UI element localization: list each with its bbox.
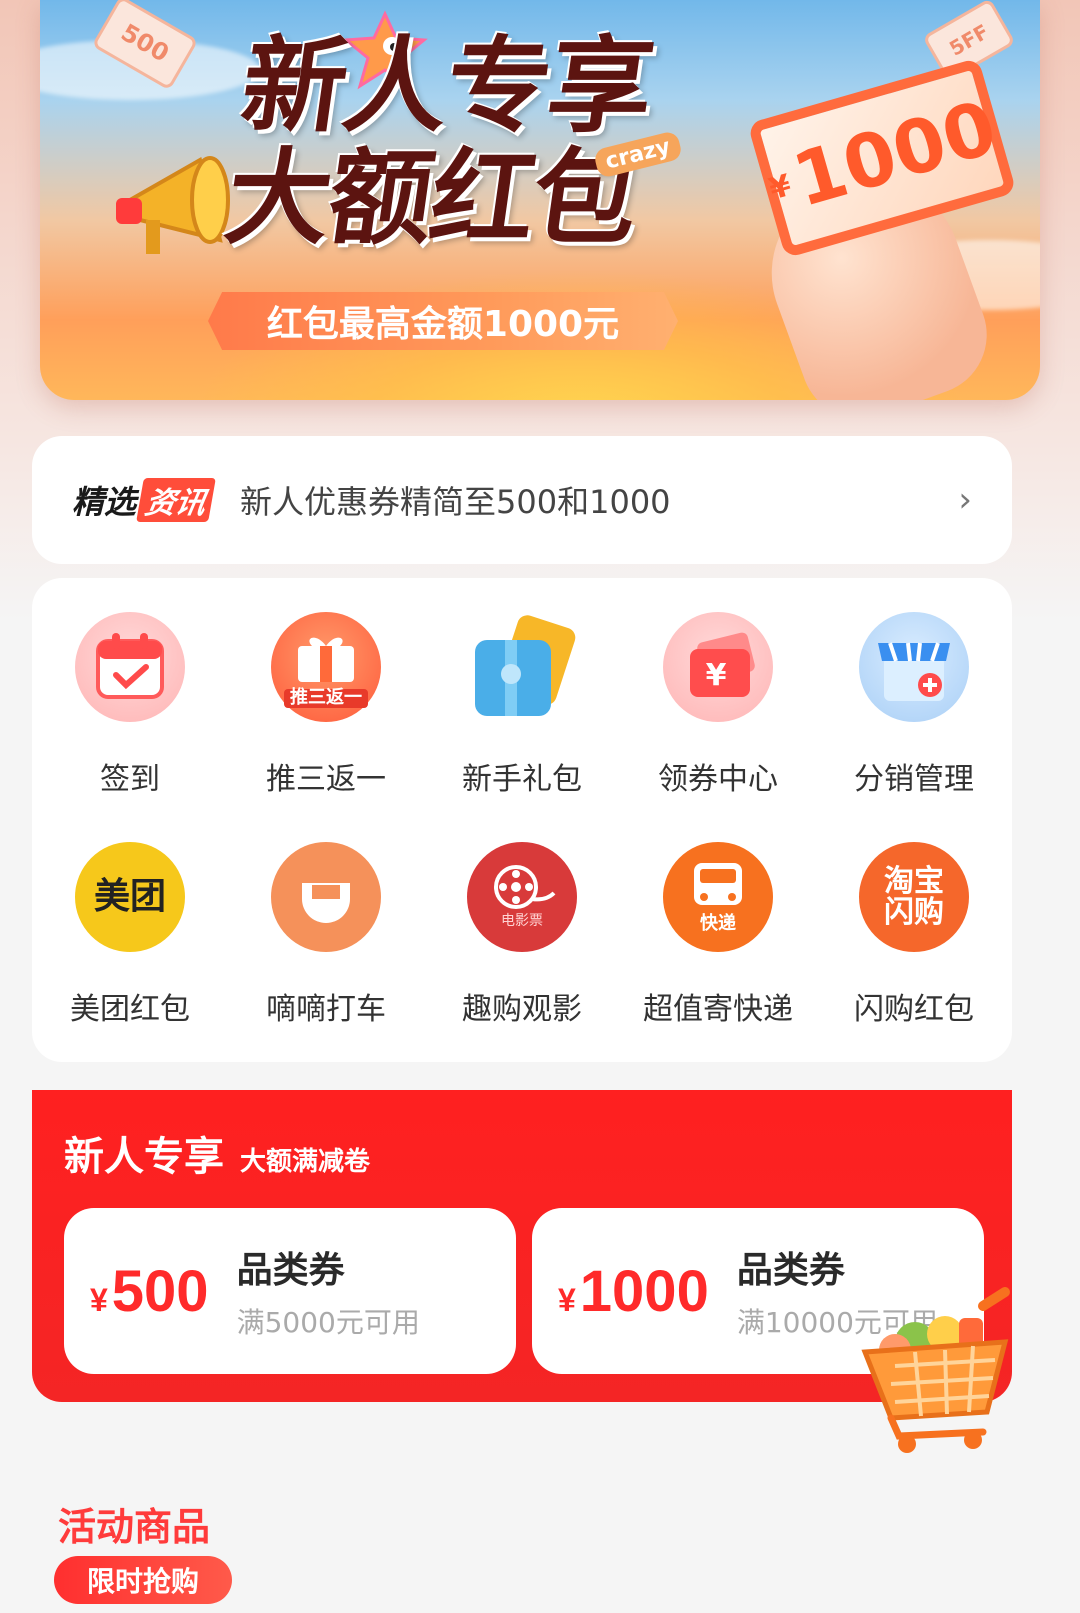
taobao-glyph: 淘宝 闪购 [884,863,944,930]
coupon-type: 品类券 [236,1250,345,1291]
news-brand-primary: 精选 [72,483,137,521]
coupon-info: 品类券 满5000元可用 [237,1241,420,1341]
grid-item-label: 趣购观影 [462,992,582,1027]
grid-item-label: 美团红包 [70,992,190,1027]
news-brand: 精选 资讯 [72,477,216,523]
coupon-yen-icon: ¥ [663,612,773,722]
film-reel-icon: 电影票 [467,842,577,952]
grid-item-label: 分销管理 [854,762,974,797]
banner-subline: 红包最高金额1000元 [208,292,678,350]
yen-glyph: ¥ [706,658,727,693]
news-brand-tag: 资讯 [136,478,216,522]
coupon-section-subheading: 大额满减卷 [240,1147,371,1177]
grid-item-label: 新手礼包 [462,762,582,797]
grid-item-distribution[interactable]: 分销管理 [816,612,1012,842]
grid-item-label: 推三返一 [266,762,386,797]
coupon-condition: 满5000元可用 [236,1306,420,1339]
coupon-section-title: 新人专享 大额满减卷 [64,1124,370,1182]
coupon-section-heading: 新人专享 [64,1134,224,1180]
grid-item-meituan[interactable]: 美团 美团红包 [32,842,228,1072]
function-grid: 签到 推三返一 推三返一 新手礼包 ¥ 领券中心 分销管理 美团 美团红包 嘀嘀… [32,578,1012,1062]
grid-item-label: 嘀嘀打车 [266,992,386,1027]
grid-item-coupon-center[interactable]: ¥ 领券中心 [620,612,816,842]
headline-line-1: 新人专享 [234,25,660,147]
news-bar[interactable]: 精选 资讯 新人优惠券精简至500和1000 › [32,436,1012,564]
grid-item-label: 超值寄快递 [643,992,793,1027]
taobao-flash-icon: 淘宝 闪购 [859,842,969,952]
grid-item-label: 领券中心 [658,762,778,797]
gift-box-icon: 推三返一 [271,612,381,722]
grid-item-label: 签到 [100,762,160,797]
banner-headline: 新人专享 大额红包 [218,25,790,259]
coupon-amount: ¥1000 [558,1258,709,1324]
promo-banner[interactable]: 500 5FF 新人专享 大额红包 crazy ¥1000 红包最高金额1000… [40,0,1040,400]
grid-item-refer-three[interactable]: 推三返一 推三返一 [228,612,424,842]
headline-line-2: 大额红包 [218,137,644,259]
didi-icon [271,842,381,952]
delivery-truck-icon: 快递 [663,842,773,952]
news-headline[interactable]: 新人优惠券精简至500和1000 [240,477,958,523]
grid-item-flash-sale[interactable]: 淘宝 闪购 闪购红包 [816,842,1012,1072]
grid-item-express[interactable]: 快递 超值寄快递 [620,842,816,1072]
shopping-cart-icon [861,1287,1010,1453]
grid-item-didi[interactable]: 嘀嘀打车 [228,842,424,1072]
activity-section-title: 活动商品 [58,1505,211,1549]
grid-item-movie[interactable]: 电影票 趣购观影 [424,842,620,1072]
grid-item-label: 闪购红包 [854,992,974,1027]
store-icon [859,612,969,722]
express-glyph: 快递 [700,912,736,934]
calendar-check-icon [75,612,185,722]
bill-1000-illustration: ¥1000 [747,57,1017,259]
gift-card-icon [467,612,577,722]
grid-item-newbie-gift[interactable]: 新手礼包 [424,612,620,842]
meituan-glyph: 美团 [93,876,166,918]
coupon-card-500[interactable]: ¥500 品类券 满5000元可用 [64,1208,516,1374]
refer-badge: 推三返一 [284,688,368,708]
chevron-right-icon[interactable]: › [958,480,972,520]
coupon-amount: ¥500 [90,1258,209,1324]
flash-sale-tag[interactable]: 限时抢购 [54,1556,232,1604]
movie-glyph: 电影票 [501,913,543,929]
grid-item-sign-in[interactable]: 签到 [32,612,228,842]
meituan-icon: 美团 [75,842,185,952]
